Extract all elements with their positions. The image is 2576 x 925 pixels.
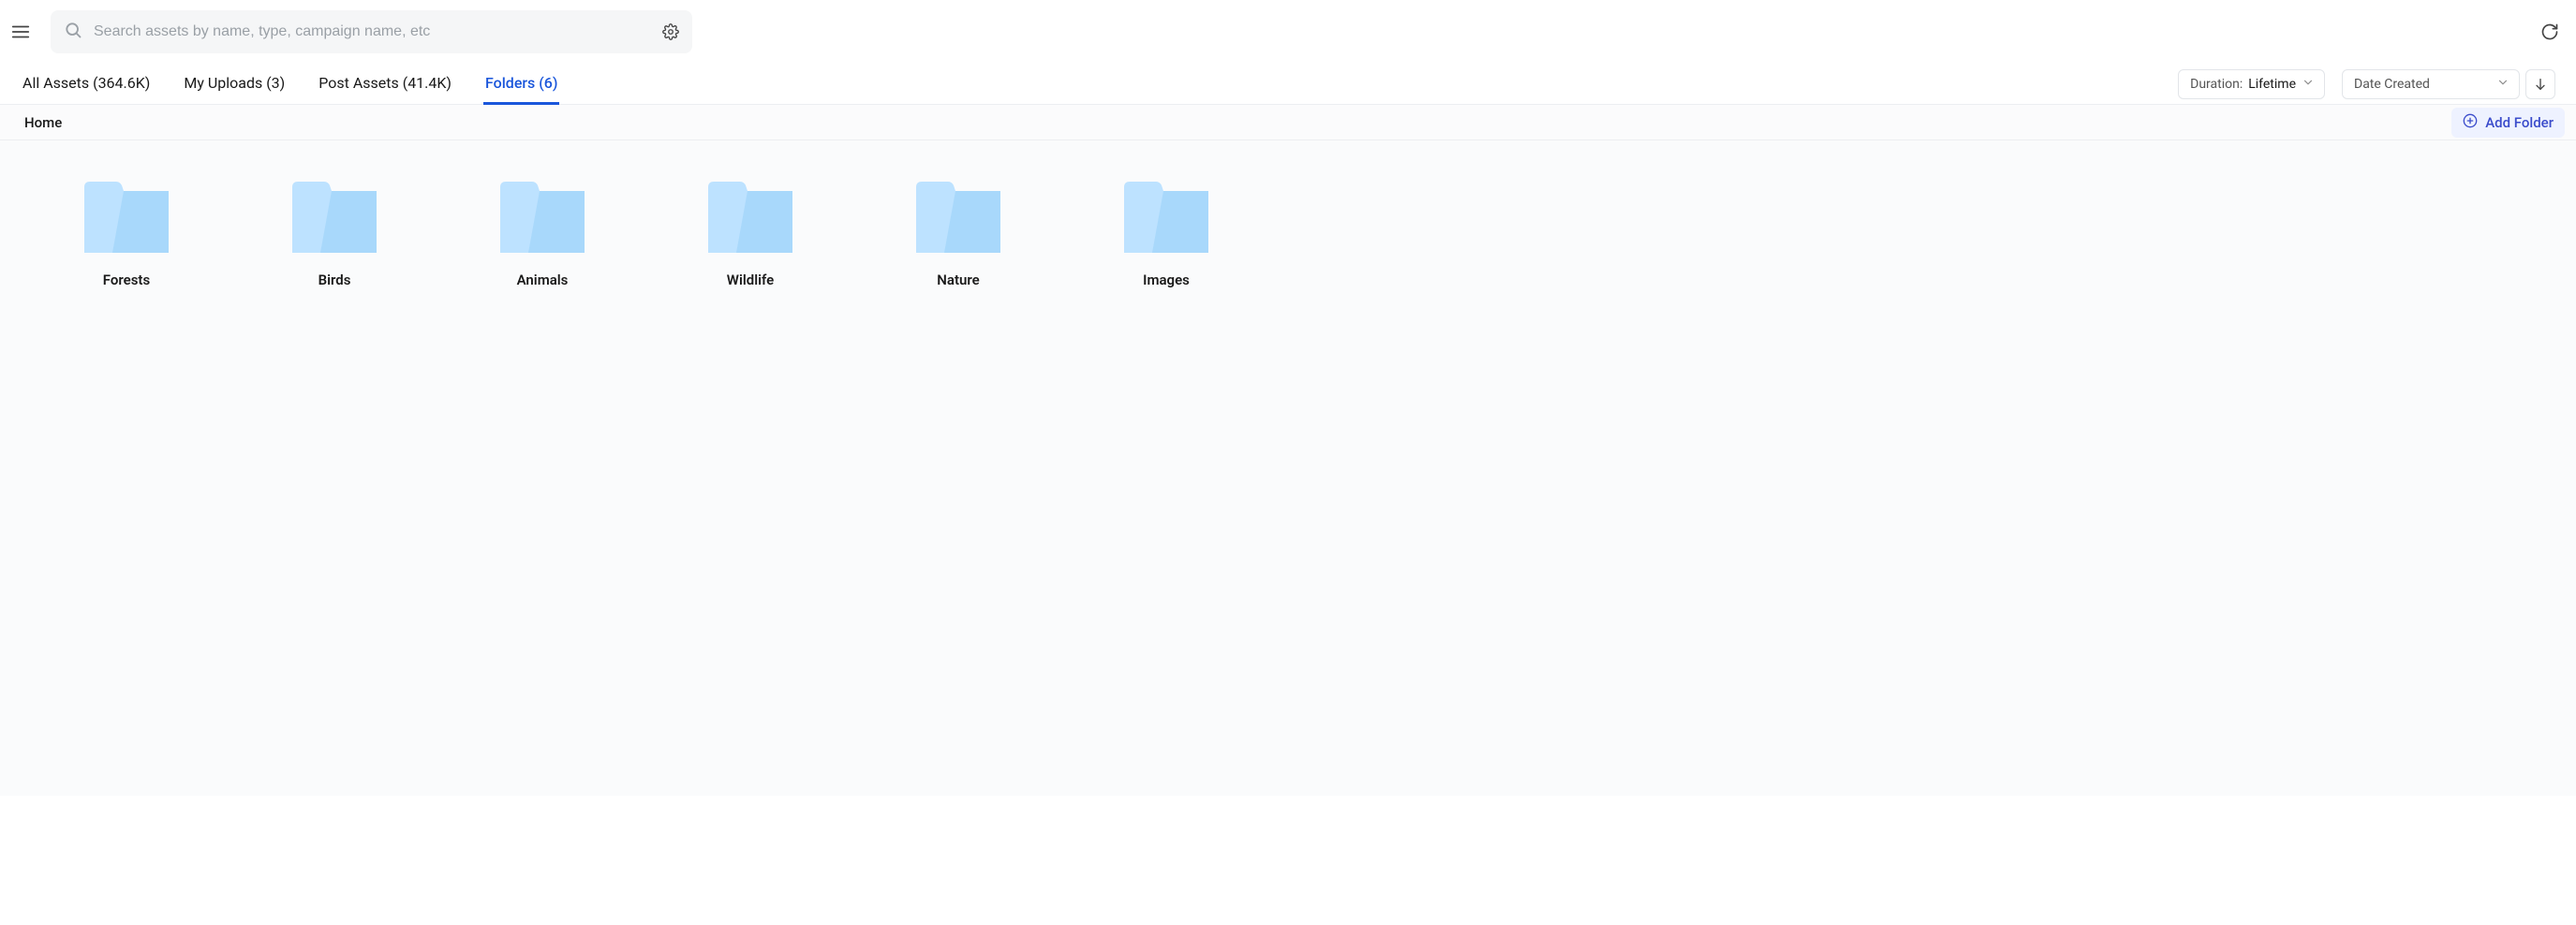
breadcrumb[interactable]: Home <box>24 114 62 131</box>
add-folder-label: Add Folder <box>2485 114 2554 131</box>
folder-icon <box>708 182 792 253</box>
search-settings-button[interactable] <box>662 23 679 40</box>
plus-circle-icon <box>2463 113 2478 132</box>
folder-item[interactable]: Nature <box>854 182 1062 288</box>
tab-all-assets[interactable]: All Assets (364.6K) <box>21 65 152 105</box>
tabs-row: All Assets (364.6K) My Uploads (3) Post … <box>0 64 2576 105</box>
tab-my-uploads[interactable]: My Uploads (3) <box>182 65 287 105</box>
chevron-down-icon <box>2302 76 2315 93</box>
refresh-icon <box>2540 22 2559 41</box>
search-input[interactable] <box>94 23 651 40</box>
folder-label: Wildlife <box>727 272 774 288</box>
arrow-down-icon <box>2533 77 2548 92</box>
folder-label: Forests <box>103 272 150 288</box>
folder-item[interactable]: Images <box>1062 182 1270 288</box>
folder-label: Images <box>1143 272 1190 288</box>
folder-icon <box>292 182 377 253</box>
add-folder-button[interactable]: Add Folder <box>2451 108 2565 138</box>
search-field-wrap <box>51 10 692 53</box>
folder-label: Animals <box>517 272 569 288</box>
search-icon <box>64 21 82 43</box>
duration-select[interactable]: Duration: Lifetime <box>2178 69 2325 99</box>
menu-button[interactable] <box>7 19 34 45</box>
folder-label: Birds <box>318 272 351 288</box>
tab-folders[interactable]: Folders (6) <box>483 65 559 105</box>
hamburger-icon <box>10 22 31 42</box>
sort-direction-button[interactable] <box>2525 69 2555 99</box>
folders-grid: Forests Birds Animals Wildlife Nature <box>22 182 2554 288</box>
folder-icon <box>500 182 585 253</box>
folder-label: Nature <box>937 272 979 288</box>
folder-icon <box>84 182 169 253</box>
sort-selected: Date Created <box>2354 77 2430 92</box>
right-controls: Duration: Lifetime Date Created <box>2178 69 2555 99</box>
folder-item[interactable]: Wildlife <box>646 182 854 288</box>
refresh-button[interactable] <box>2537 19 2563 45</box>
folder-item[interactable]: Forests <box>22 182 230 288</box>
gear-icon <box>662 23 679 40</box>
tab-post-assets[interactable]: Post Assets (41.4K) <box>317 65 453 105</box>
duration-prefix: Duration: <box>2190 77 2243 92</box>
chevron-down-icon <box>2496 76 2509 93</box>
folder-item[interactable]: Birds <box>230 182 438 288</box>
folder-item[interactable]: Animals <box>438 182 646 288</box>
folder-icon <box>916 182 1000 253</box>
duration-value: Lifetime <box>2248 77 2296 92</box>
sort-select[interactable]: Date Created <box>2342 69 2520 99</box>
breadcrumb-row: Home Add Folder <box>0 105 2576 140</box>
folder-icon <box>1124 182 1208 253</box>
top-bar <box>0 0 2576 64</box>
folders-area: Forests Birds Animals Wildlife Nature <box>0 140 2576 796</box>
